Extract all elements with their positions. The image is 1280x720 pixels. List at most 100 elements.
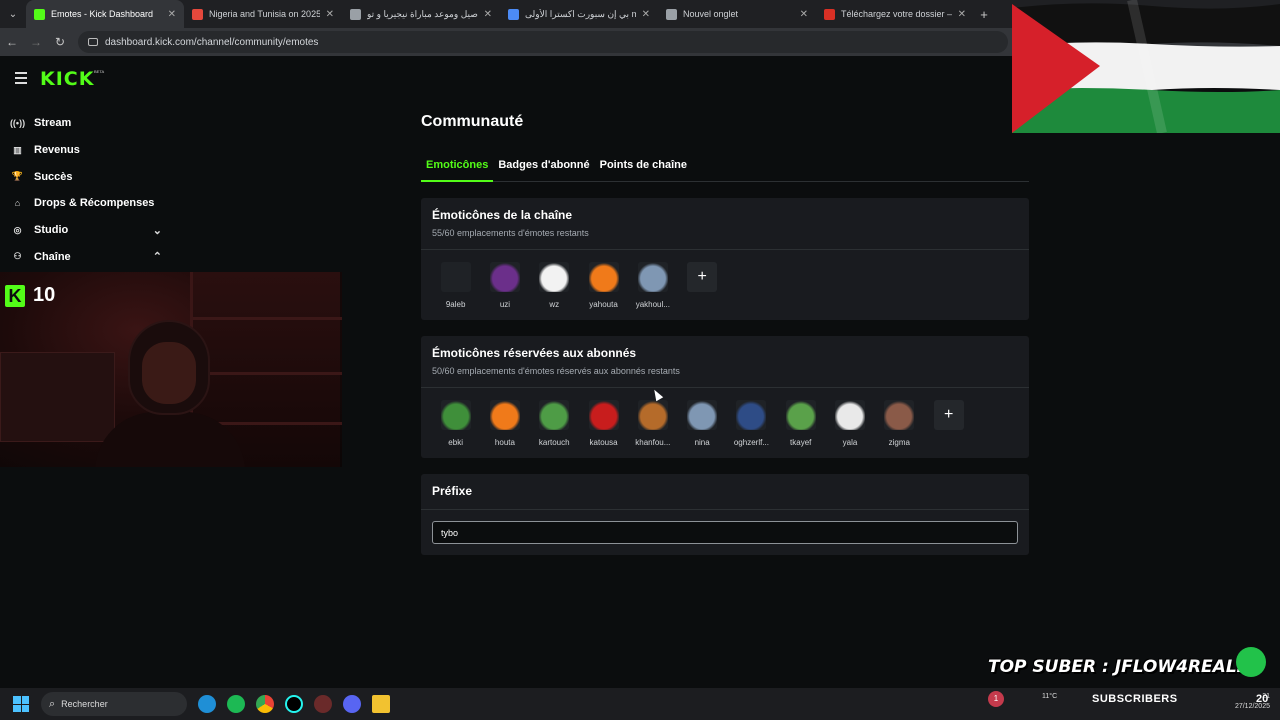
tab-badges[interactable]: Badges d'abonné — [493, 156, 594, 182]
emote-name: houta — [494, 438, 515, 447]
emote-image — [884, 400, 915, 430]
emote-item[interactable]: houta — [480, 400, 529, 447]
close-tab-icon[interactable]: ✕ — [800, 9, 808, 20]
emote-name: 9aleb — [445, 300, 466, 309]
emote-item[interactable]: wz — [530, 262, 579, 309]
emote-item[interactable]: khanfou... — [628, 400, 677, 447]
spotify-icon[interactable] — [227, 695, 245, 713]
viewer-count: 10 — [33, 284, 56, 306]
emote-image — [489, 400, 520, 430]
sidebar-item-studio[interactable]: ◎ Studio ⌄ — [12, 217, 162, 244]
browser-tab[interactable]: Nouvel onglet ✕ — [658, 0, 816, 28]
windows-start-icon[interactable] — [13, 696, 29, 712]
channel-emotes-subtitle: 55/60 emplacements d'émotes restants — [432, 228, 589, 238]
emote-image — [539, 262, 570, 292]
emote-name: tkayef — [790, 438, 812, 447]
community-tabs: Emoticônes Badges d'abonné Points de chaîn… — [421, 156, 1029, 182]
emote-item[interactable]: uzi — [480, 262, 529, 309]
prefix-input[interactable]: tybo — [432, 521, 1018, 544]
subscribers-overlay: SUBSCRIBERS — [1092, 693, 1178, 705]
sidebar-item-succ-s[interactable]: 🏆 Succès — [12, 163, 162, 190]
tab-title: تفاصيل وموعد مباراة نيجيريا و تو — [367, 8, 478, 19]
tab-search-icon[interactable]: ⌄ — [0, 0, 26, 28]
chevron-icon[interactable]: ⌃ — [153, 250, 162, 263]
browser-tab[interactable]: بي إن سبورت اكسترا الأولى ming ✕ — [500, 0, 658, 28]
emote-item[interactable]: oghzerlf... — [727, 400, 776, 447]
emote-item[interactable]: yakhoul... — [628, 262, 677, 309]
emote-item[interactable]: katousa — [579, 400, 628, 447]
kick-logo[interactable]: KICK — [40, 68, 94, 90]
sidebar-item-revenus[interactable]: ▥ Revenus — [12, 137, 162, 164]
browser-tab[interactable]: Emotes - Kick Dashboard ✕ — [26, 0, 184, 28]
trophy-icon: 🏆 — [11, 171, 24, 182]
notification-badge: 1 — [988, 691, 1004, 707]
edge-icon[interactable] — [198, 695, 216, 713]
add-emote-button[interactable]: + — [677, 262, 726, 309]
top-suber-overlay: TOP SUBER : JFLOW4REALLL — [988, 657, 1259, 677]
studio-icon: ◎ — [13, 224, 22, 235]
emote-item[interactable]: yala — [825, 400, 874, 447]
emote-image — [440, 262, 471, 292]
emote-item[interactable]: zigma — [875, 400, 924, 447]
sidebar-item-label: Stream — [34, 117, 72, 130]
emote-image — [637, 400, 668, 430]
emote-image — [785, 400, 816, 430]
url-input[interactable]: dashboard.kick.com/channel/community/emo… — [78, 31, 1008, 53]
gift-icon: ⌂ — [14, 198, 21, 209]
tiktok-icon[interactable] — [285, 695, 303, 713]
chevron-icon[interactable]: ⌄ — [153, 224, 162, 237]
prefix-value: tybo — [441, 527, 459, 538]
close-tab-icon[interactable]: ✕ — [168, 9, 176, 20]
emote-name: yala — [842, 438, 858, 447]
app-icon[interactable] — [314, 695, 332, 713]
close-tab-icon[interactable]: ✕ — [326, 9, 334, 20]
emote-name: katousa — [589, 438, 618, 447]
forward-icon[interactable]: → — [24, 35, 48, 49]
emote-name: yakhoul... — [635, 300, 670, 309]
sidebar-item-drops-r-compenses[interactable]: ⌂ Drops & Récompenses — [12, 190, 162, 217]
new-tab-button[interactable]: + — [974, 7, 994, 22]
emote-item[interactable]: nina — [677, 400, 726, 447]
back-icon[interactable]: ← — [0, 35, 24, 49]
emote-item[interactable]: 9aleb — [431, 262, 480, 309]
emote-item[interactable]: kartouch — [530, 400, 579, 447]
kick-badge-icon: K — [5, 284, 25, 307]
browser-tab[interactable]: Nigeria and Tunisia on 2025-12 ✕ — [184, 0, 342, 28]
emote-image — [588, 262, 619, 292]
add-emote-button[interactable]: + — [924, 400, 973, 447]
tab-points[interactable]: Points de chaîne — [595, 156, 692, 182]
chat-bubble-icon[interactable] — [1236, 647, 1266, 677]
tab-favicon-icon — [192, 8, 203, 20]
close-tab-icon[interactable]: ✕ — [642, 9, 650, 20]
weather-widget[interactable]: 11°C — [1042, 693, 1057, 700]
close-tab-icon[interactable]: ✕ — [958, 9, 966, 20]
file-explorer-icon[interactable] — [372, 695, 390, 713]
emote-item[interactable]: tkayef — [776, 400, 825, 447]
emote-name: kartouch — [538, 438, 570, 447]
sidebar-nav: ((•)) Stream ▥ Revenus 🏆 Succès ⌂ Drops & Récom… — [10, 110, 162, 270]
plus-icon: + — [687, 262, 718, 292]
menu-icon[interactable] — [15, 72, 27, 87]
browser-tab[interactable]: Téléchargez votre dossier — Co ✕ — [816, 0, 974, 28]
palestine-flag-overlay — [1012, 0, 1280, 133]
tab-emoticones[interactable]: Emoticônes — [421, 156, 494, 182]
tab-title: Téléchargez votre dossier — Co — [841, 9, 952, 19]
sub-emotes-card: Émoticônes réservées aux abonnés 50/60 e… — [421, 336, 1029, 458]
browser-tab[interactable]: تفاصيل وموعد مباراة نيجيريا و تو ✕ — [342, 0, 500, 28]
channel-emotes-title: Émoticônes de la chaîne — [432, 208, 573, 222]
chrome-icon[interactable] — [256, 695, 274, 713]
tab-title: Nigeria and Tunisia on 2025-12 — [209, 9, 320, 19]
emote-name: khanfou... — [635, 438, 671, 447]
emote-item[interactable]: ebki — [431, 400, 480, 447]
sidebar-item-cha-ne[interactable]: ⚇ Chaîne ⌃ — [12, 243, 162, 270]
channel-emotes-card: Émoticônes de la chaîne 55/60 emplacemen… — [421, 198, 1029, 320]
close-tab-icon[interactable]: ✕ — [484, 9, 492, 20]
reload-icon[interactable]: ↻ — [48, 35, 72, 49]
plus-icon: + — [933, 400, 964, 430]
sidebar-item-stream[interactable]: ((•)) Stream — [10, 110, 162, 137]
taskbar-search[interactable]: ⌕ Rechercher — [41, 692, 187, 716]
emote-image — [637, 262, 668, 292]
emote-item[interactable]: yahouta — [579, 262, 628, 309]
discord-icon[interactable] — [343, 695, 361, 713]
site-info-icon[interactable] — [88, 38, 98, 46]
